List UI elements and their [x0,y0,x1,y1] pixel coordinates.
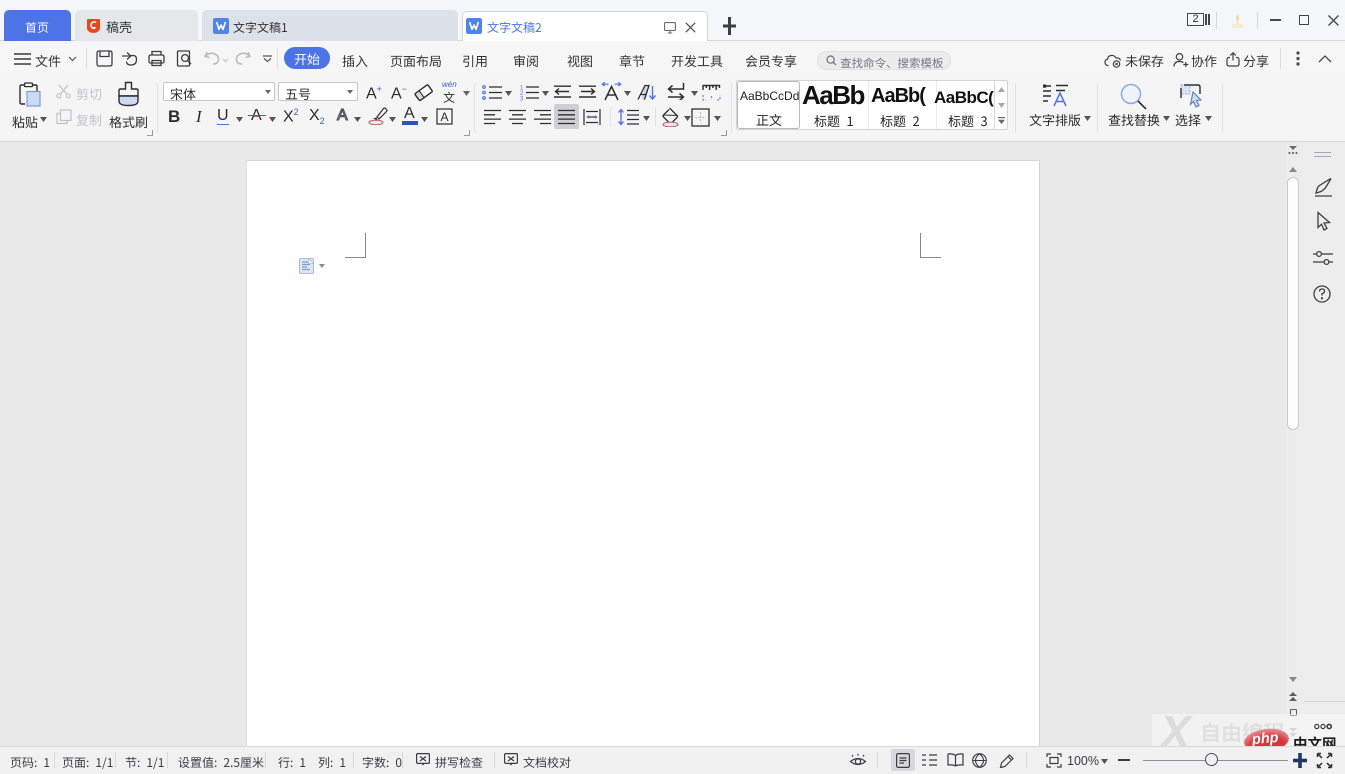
svg-text:3: 3 [520,97,524,102]
svg-text:A: A [440,110,448,124]
